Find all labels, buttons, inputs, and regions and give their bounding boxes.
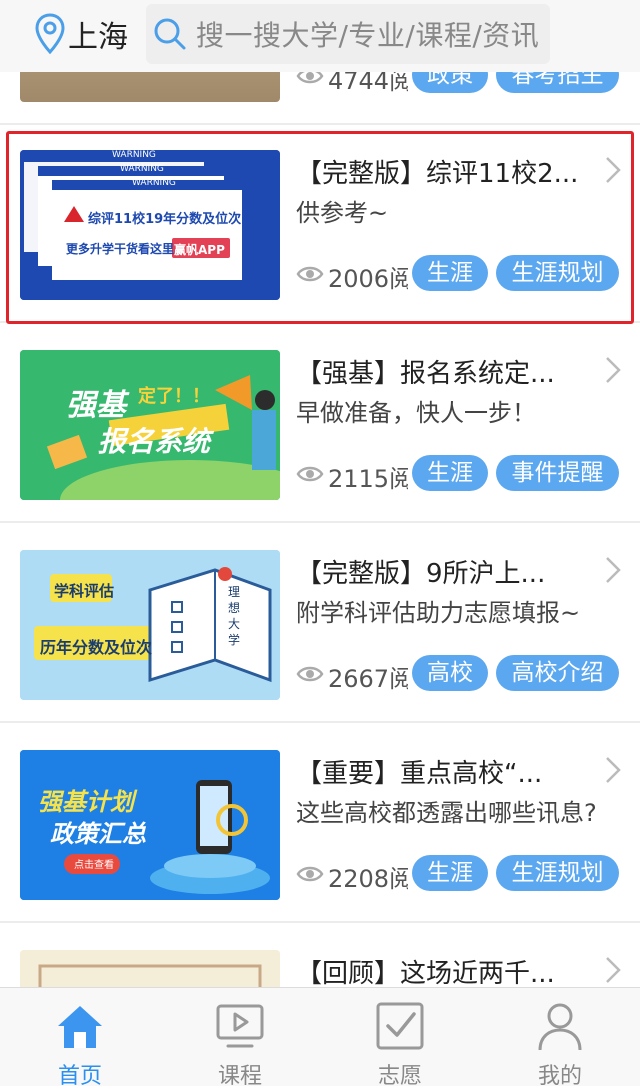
list-item[interactable]: WARNING WARNING WARNING 综评11校19年分数及位次 更多… [0,125,640,323]
eye-icon [296,866,324,882]
article-thumbnail [20,950,280,987]
tag[interactable]: 高校介绍 [496,655,619,691]
search-input[interactable]: 搜一搜大学/专业/课程/资讯 [146,4,550,64]
article-list: 4744阅 政策 春考招生 WARNING WARNING WARNING 综评… [0,72,640,987]
bottom-tab-bar: 首页 课程 志愿 我的 [0,987,640,1089]
thumb-label1: 学科评估 [54,582,115,600]
chevron-right-icon [606,157,621,183]
article-description: 这些高校都透露出哪些讯息? [296,799,597,827]
article-title: 【重要】重点高校“... [296,759,543,789]
article-description: 早做准备，快人一步！ [296,399,536,427]
list-item[interactable]: 强基 定了！！ 报名系统 【强基】报名系统定... 早做准备，快人一步！ 211… [0,325,640,523]
location-pin-icon [35,13,65,55]
divider [0,321,640,323]
tag[interactable]: 高校 [412,655,488,691]
home-icon [58,1006,102,1048]
tag[interactable]: 生涯规划 [496,255,619,291]
search-placeholder: 搜一搜大学/专业/课程/资讯 [196,19,540,52]
divider [0,721,640,723]
view-count: 2115阅读 [328,465,408,493]
tab-mine[interactable]: 我的 [500,988,620,1089]
thumb-book-text: 理想大学 [228,585,241,647]
thumb-warning-label: WARNING [132,178,176,188]
city-label: 上海 [68,20,128,55]
article-title: 【强基】报名系统定... [296,359,555,389]
view-count: 2208阅 [328,865,408,893]
tab-home[interactable]: 首页 [20,988,140,1089]
article-title: 【回顾】这场近两千... [296,959,555,987]
list-item[interactable]: 学科评估 历年分数及位次 理想大学 【完整版】9所沪上... 附学科评估助力志愿… [0,525,640,723]
article-meta: 2006阅 生涯 生涯规划 [296,255,636,293]
thumb-button: 点击查看 [74,860,114,871]
checkbox-icon [376,1002,424,1050]
tab-label: 志愿 [377,1064,422,1089]
eye-icon [296,466,324,482]
chevron-right-icon [606,357,621,383]
tag[interactable]: 春考招生 [496,72,619,93]
eye-icon [296,666,324,682]
tag[interactable]: 生涯 [412,455,488,491]
location-selector[interactable]: 上海 [34,12,128,56]
tab-course[interactable]: 课程 [180,988,300,1089]
list-item[interactable]: 【回顾】这场近两千... [0,925,640,987]
tag[interactable]: 生涯 [412,255,488,291]
thumb-app-button: 赢帆APP [174,243,225,257]
tag[interactable]: 生涯规划 [496,855,619,891]
article-description: 供参考~ [296,199,389,227]
chevron-right-icon [606,757,621,783]
divider [0,521,640,523]
thumb-line1: 强基 [66,388,126,423]
view-count: 2006阅 [328,265,408,293]
chevron-right-icon [606,557,621,583]
article-thumbnail: 强基计划 政策汇总 点击查看 [20,750,280,900]
tab-label: 课程 [217,1064,262,1089]
eye-icon [296,266,324,282]
eye-icon [296,72,324,84]
divider [0,921,640,923]
chevron-right-icon [606,957,621,983]
search-icon [154,18,186,50]
top-bar: 上海 搜一搜大学/专业/课程/资讯 [0,0,640,72]
tag[interactable]: 生涯 [412,855,488,891]
article-description: 附学科评估助力志愿填报~ [296,599,581,627]
list-item[interactable]: 4744阅 政策 春考招生 [0,72,640,125]
article-thumbnail: 强基 定了！！ 报名系统 [20,350,280,500]
article-meta: 2115阅读 生涯 事件提醒 [296,455,636,493]
article-meta: 2208阅 生涯 生涯规划 [296,855,636,893]
tab-volunteer[interactable]: 志愿 [340,988,460,1089]
article-title: 【完整版】9所沪上... [296,559,546,589]
play-icon [216,1004,264,1048]
list-item[interactable]: 强基计划 政策汇总 点击查看 【重要】重点高校“... 这些高校都透露出哪些讯息… [0,725,640,923]
thumb-headline: 综评11校19年分数及位次 [88,212,242,227]
view-count: 4744阅 [328,72,408,95]
user-icon [538,1003,582,1051]
view-count: 2667阅 [328,665,408,693]
thumb-line2: 报名系统 [98,425,211,458]
article-meta: 2667阅 高校 高校介绍 [296,655,636,693]
thumb-line2: 政策汇总 [50,820,146,848]
thumb-label2: 历年分数及位次 [40,638,153,657]
thumb-sticker: 定了！！ [138,386,210,407]
article-meta: 4744阅 政策 春考招生 [296,72,636,95]
thumb-warning-label: WARNING [120,164,164,174]
tab-label: 我的 [537,1064,582,1089]
article-thumbnail: 学科评估 历年分数及位次 理想大学 [20,550,280,700]
thumb-warning-label: WARNING [112,150,156,160]
tab-label: 首页 [57,1064,102,1089]
tag[interactable]: 政策 [412,72,488,93]
thumb-line1: 强基计划 [38,788,134,816]
article-thumbnail [20,72,280,102]
article-title: 【完整版】综评11校2... [296,159,579,189]
thumb-subline: 更多升学干货看这里 [66,242,175,256]
tag[interactable]: 事件提醒 [496,455,619,491]
article-thumbnail: WARNING WARNING WARNING 综评11校19年分数及位次 更多… [20,150,280,300]
